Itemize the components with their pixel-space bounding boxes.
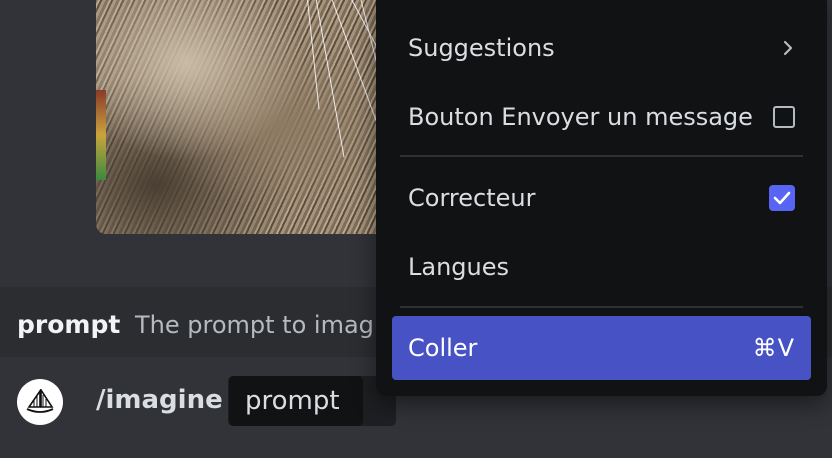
menu-item-label: Suggestions — [408, 34, 555, 62]
menu-separator — [400, 155, 803, 157]
menu-item-languages[interactable]: Langues — [392, 236, 811, 298]
menu-item-suggestions[interactable]: Suggestions — [392, 17, 811, 79]
menu-item-label: Correcteur — [408, 184, 536, 212]
menu-item-label: Coller — [408, 334, 478, 362]
chevron-right-icon — [783, 40, 793, 56]
whisker-line — [306, 0, 320, 110]
cat-image[interactable] — [96, 0, 396, 234]
prompt-option-description: The prompt to imagi — [135, 311, 381, 339]
context-menu: Suggestions Bouton Envoyer un message Co… — [376, 0, 827, 396]
menu-item-send-button[interactable]: Bouton Envoyer un message — [392, 86, 811, 148]
slash-command-name: /imagine — [96, 385, 223, 415]
menu-item-label: Langues — [408, 253, 510, 281]
keyboard-shortcut: ⌘V — [752, 334, 795, 362]
menu-item-spellcheck[interactable]: Correcteur — [392, 167, 811, 229]
checkbox-unchecked-icon[interactable] — [773, 106, 795, 128]
sailboat-icon — [26, 389, 54, 413]
menu-separator — [400, 306, 803, 308]
checkbox-checked-icon[interactable] — [769, 185, 795, 211]
prompt-option-name: prompt — [17, 310, 121, 339]
prompt-option-pill[interactable]: prompt — [228, 376, 396, 426]
prompt-option-label[interactable]: prompt — [229, 376, 363, 426]
checkmark-icon — [773, 191, 791, 205]
menu-item-label: Bouton Envoyer un message — [408, 103, 753, 131]
bot-avatar — [17, 379, 63, 425]
menu-item-paste[interactable]: Coller ⌘V — [392, 316, 811, 380]
